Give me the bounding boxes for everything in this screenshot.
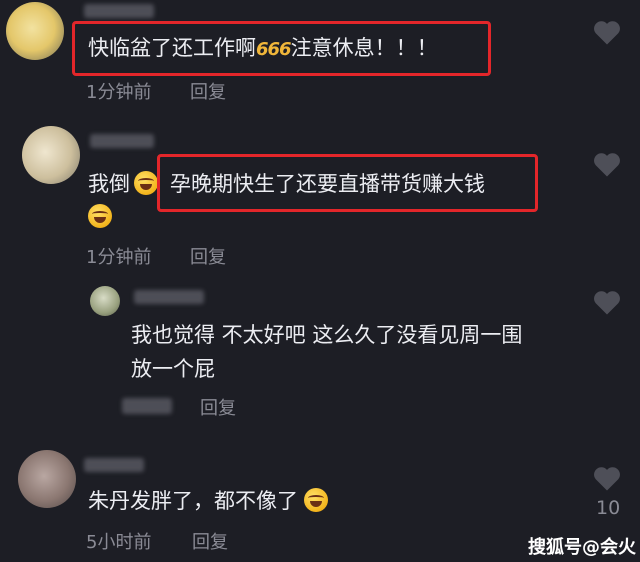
- comment-text-line2: 放一个屁: [131, 357, 215, 381]
- comment-time: 1分钟前: [86, 247, 152, 268]
- emoji-666: 666: [256, 39, 292, 60]
- laughing-crying-emoji-icon: [134, 171, 158, 195]
- comment-text-part: 注意休息！！！: [290, 36, 438, 60]
- comment-text: 我倒: [88, 168, 158, 200]
- comment-time: [122, 398, 172, 414]
- emoji-line: [88, 204, 112, 228]
- heart-icon[interactable]: [592, 150, 622, 178]
- username[interactable]: [84, 4, 154, 18]
- username[interactable]: [90, 134, 154, 148]
- comment-time: 5小时前: [86, 532, 152, 553]
- comment-highlight-text: 孕晚期快生了还要直播带货赚大钱: [170, 172, 485, 196]
- watermark: 搜狐号@会火: [528, 537, 636, 558]
- username[interactable]: [134, 290, 204, 304]
- heart-icon[interactable]: [592, 18, 622, 46]
- avatar[interactable]: [6, 2, 64, 60]
- comment-text-line1: 我也觉得 不太好吧 这么久了没看见周一围: [131, 323, 523, 347]
- laughing-crying-emoji-icon: [304, 488, 328, 512]
- avatar[interactable]: [22, 126, 80, 184]
- avatar[interactable]: [18, 450, 76, 508]
- comment-text: 快临盆了还工作啊666注意休息！！！: [88, 32, 438, 66]
- reply-button[interactable]: 回复: [200, 394, 236, 420]
- heart-icon[interactable]: [592, 288, 622, 316]
- comment-text: 朱丹发胖了，都不像了: [88, 485, 328, 517]
- reply-button[interactable]: 回复: [190, 243, 226, 269]
- comment-prefix: 我倒: [88, 172, 130, 196]
- avatar[interactable]: [90, 286, 120, 316]
- heart-icon[interactable]: [592, 464, 622, 492]
- reply-button[interactable]: 回复: [190, 78, 226, 104]
- username[interactable]: [84, 458, 144, 472]
- like-count: 10: [596, 497, 621, 519]
- comment-text-part: 快临盆了还工作啊: [88, 36, 256, 60]
- comment-time: 1分钟前: [86, 82, 152, 103]
- comment-body: 朱丹发胖了，都不像了: [88, 489, 298, 513]
- reply-button[interactable]: 回复: [192, 528, 228, 554]
- laughing-crying-emoji-icon: [88, 204, 112, 228]
